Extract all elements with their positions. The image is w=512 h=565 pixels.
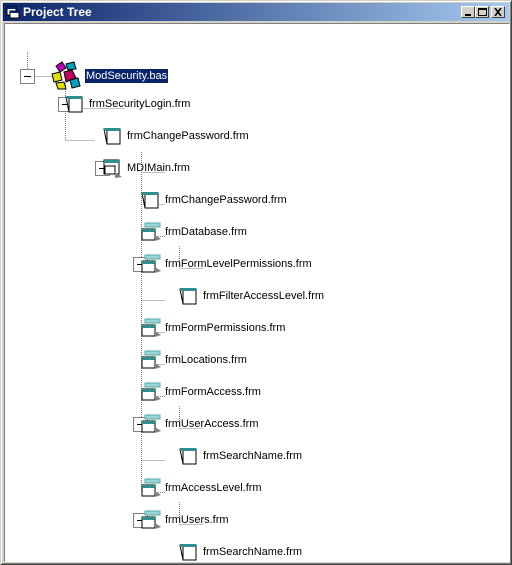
- form-icon: [140, 189, 162, 211]
- maximize-button[interactable]: [475, 6, 489, 18]
- minimize-icon: [465, 14, 471, 16]
- collapse-toggle[interactable]: [20, 69, 35, 84]
- tree-node-label[interactable]: frmChangePassword.frm: [164, 193, 288, 207]
- module-icon: [48, 60, 82, 90]
- tree-node-label[interactable]: ModSecurity.bas: [85, 69, 169, 83]
- tree-node-label[interactable]: frmLocations.frm: [164, 353, 248, 367]
- maximize-icon: [478, 8, 487, 16]
- mdi-child-form-icon: [140, 253, 162, 275]
- form-icon: [102, 125, 124, 147]
- tree-node-label[interactable]: frmSearchName.frm: [202, 449, 303, 463]
- mdi-child-form-icon: [140, 509, 162, 531]
- mdi-child-form-icon: [140, 381, 162, 403]
- window-title: Project Tree: [23, 5, 92, 19]
- tree-node-label[interactable]: frmUsers.frm: [164, 513, 230, 527]
- mdi-child-form-icon: [140, 413, 162, 435]
- tree-node-label[interactable]: frmUserAccess.frm: [164, 417, 260, 431]
- mdi-child-form-icon: [140, 221, 162, 243]
- title-bar[interactable]: Project Tree: [3, 3, 509, 21]
- tree-node-label[interactable]: frmDatabase.frm: [164, 225, 248, 239]
- tree-node-label[interactable]: MDIMain.frm: [126, 161, 191, 175]
- tree-node-label[interactable]: frmFormAccess.frm: [164, 385, 262, 399]
- close-button[interactable]: [491, 6, 505, 18]
- project-tree-window: Project Tree ModSecurity.bas frmSecurity…: [0, 0, 512, 565]
- tree-node-label[interactable]: frmFilterAccessLevel.frm: [202, 289, 325, 303]
- tree-node-label[interactable]: frmSecurityLogin.frm: [88, 97, 191, 111]
- form-icon: [178, 445, 200, 467]
- tree-node-label[interactable]: frmFormPermissions.frm: [164, 321, 286, 335]
- minimize-button[interactable]: [461, 6, 475, 18]
- mdi-child-form-icon: [140, 317, 162, 339]
- mdi-form-icon: [102, 157, 124, 179]
- tree-view[interactable]: ModSecurity.bas frmSecurityLogin.frm frmCh…: [4, 23, 510, 562]
- tree-node-label[interactable]: frmSearchName.frm: [202, 545, 303, 559]
- mdi-child-form-icon: [140, 349, 162, 371]
- form-icon: [64, 93, 86, 115]
- mdi-child-form-icon: [140, 477, 162, 499]
- form-icon: [178, 541, 200, 561]
- tree-node-label[interactable]: frmAccessLevel.frm: [164, 481, 263, 495]
- tree-node-label[interactable]: frmFormLevelPermissions.frm: [164, 257, 313, 271]
- close-icon: [494, 8, 502, 16]
- tree-node-label[interactable]: frmChangePassword.frm: [126, 129, 250, 143]
- form-icon: [178, 285, 200, 307]
- project-tree-icon: [6, 6, 20, 19]
